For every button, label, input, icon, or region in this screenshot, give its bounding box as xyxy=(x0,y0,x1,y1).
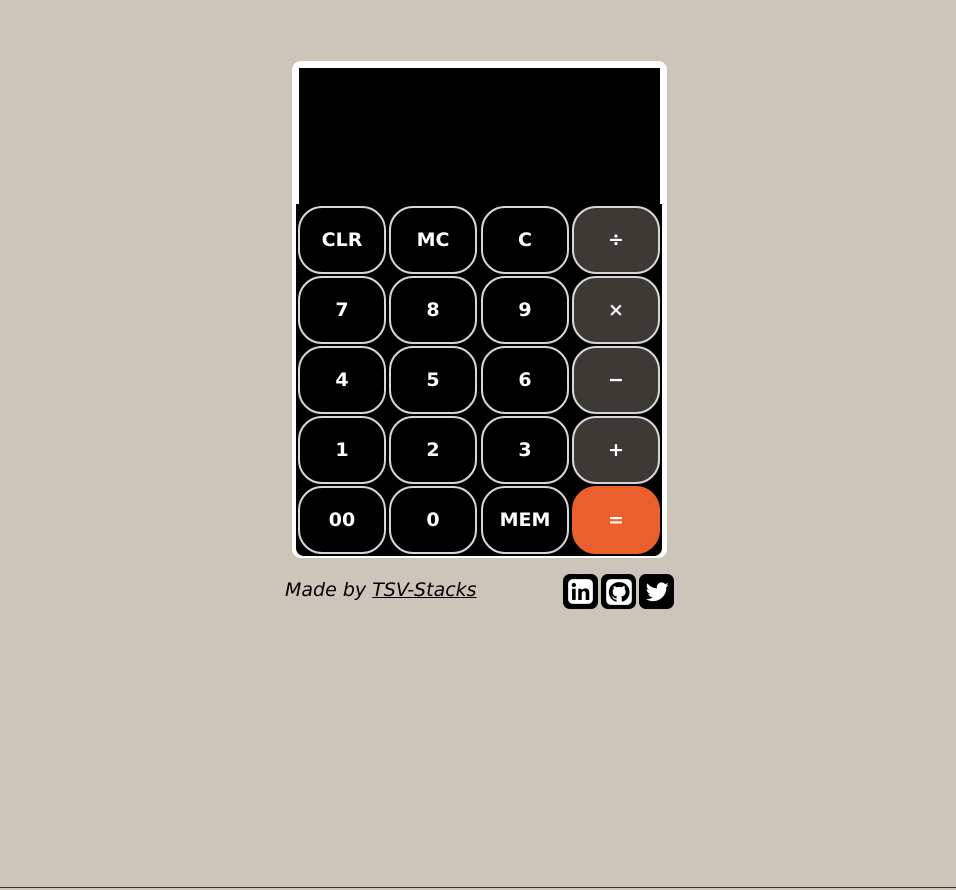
three-button[interactable]: 3 xyxy=(481,416,569,484)
footer-credit: Made by TSV-Stacks xyxy=(285,579,477,601)
multiply-button[interactable]: × xyxy=(572,276,660,344)
memory-clear-button[interactable]: MC xyxy=(389,206,477,274)
two-button[interactable]: 2 xyxy=(389,416,477,484)
plus-button[interactable]: + xyxy=(572,416,660,484)
zero-button[interactable]: 0 xyxy=(389,486,477,554)
nine-button[interactable]: 9 xyxy=(481,276,569,344)
four-button[interactable]: 4 xyxy=(298,346,386,414)
github-icon[interactable] xyxy=(601,574,636,609)
six-button[interactable]: 6 xyxy=(481,346,569,414)
eight-button[interactable]: 8 xyxy=(389,276,477,344)
minus-button[interactable]: − xyxy=(572,346,660,414)
page-bottom-border xyxy=(0,887,956,888)
clr-button[interactable]: CLR xyxy=(298,206,386,274)
social-links xyxy=(563,574,674,610)
clear-button[interactable]: C xyxy=(481,206,569,274)
five-button[interactable]: 5 xyxy=(389,346,477,414)
keypad: CLR MC C ÷ 7 8 9 × 4 5 6 − 1 2 3 + 00 0 … xyxy=(296,204,662,556)
memory-button[interactable]: MEM xyxy=(481,486,569,554)
made-by-label: Made by xyxy=(285,579,367,601)
divide-button[interactable]: ÷ xyxy=(572,206,660,274)
double-zero-button[interactable]: 00 xyxy=(298,486,386,554)
calculator: CLR MC C ÷ 7 8 9 × 4 5 6 − 1 2 3 + 00 0 … xyxy=(292,61,667,558)
linkedin-icon[interactable] xyxy=(563,574,598,609)
one-button[interactable]: 1 xyxy=(298,416,386,484)
equals-button[interactable]: = xyxy=(572,486,660,554)
author-link[interactable]: TSV-Stacks xyxy=(372,579,476,601)
seven-button[interactable]: 7 xyxy=(298,276,386,344)
twitter-icon[interactable] xyxy=(639,574,674,609)
calculator-display xyxy=(299,68,660,204)
